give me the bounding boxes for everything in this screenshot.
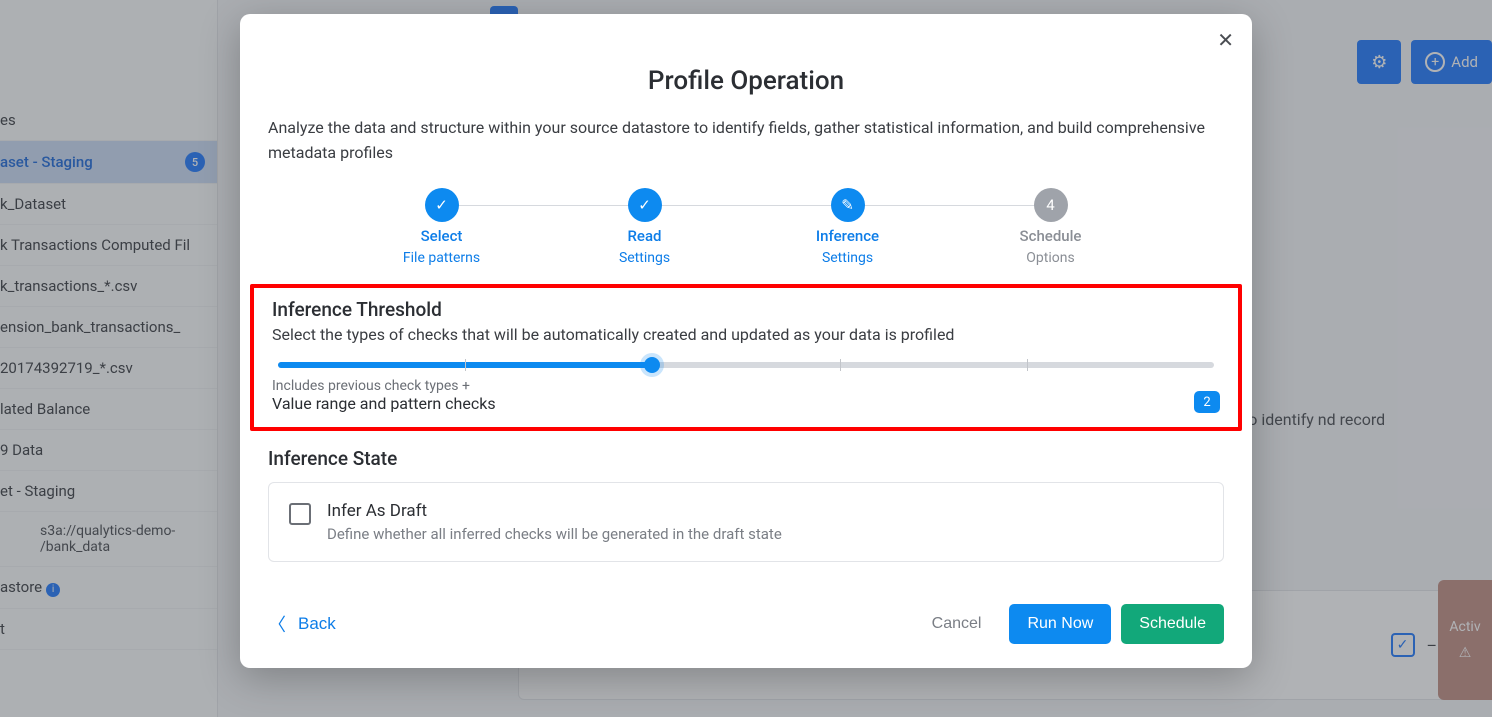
inference-state-title: Inference State [268, 447, 1224, 470]
modal-description: Analyze the data and structure within yo… [240, 116, 1252, 166]
slider-track [278, 362, 1214, 368]
slider-notch [465, 359, 466, 371]
inference-threshold-section: Inference Threshold Select the types of … [250, 284, 1242, 431]
step-select[interactable]: ✓ Select File patterns [340, 188, 543, 267]
inference-state-section: Inference State Infer As Draft Define wh… [240, 447, 1252, 562]
step-check-icon: ✓ [628, 188, 662, 222]
infer-as-draft-card[interactable]: Infer As Draft Define whether all inferr… [268, 482, 1224, 562]
infer-draft-desc: Define whether all inferred checks will … [327, 525, 782, 543]
modal-footer: 〈 Back Cancel Run Now Schedule [240, 604, 1252, 644]
step-number-icon: 4 [1034, 188, 1068, 222]
chevron-left-icon: 〈 [268, 611, 286, 637]
back-label: Back [298, 614, 336, 634]
modal-overlay: ✕ Profile Operation Analyze the data and… [0, 0, 1492, 717]
close-button[interactable]: ✕ [1217, 28, 1234, 53]
modal-title: Profile Operation [240, 66, 1252, 96]
back-button[interactable]: 〈 Back [268, 611, 336, 637]
profile-operation-modal: ✕ Profile Operation Analyze the data and… [240, 14, 1252, 668]
caption-main: Value range and pattern checks [272, 394, 496, 413]
threshold-badge: 2 [1194, 391, 1220, 413]
slider-caption: Includes previous check types + Value ra… [272, 378, 1220, 413]
step-schedule[interactable]: 4 Schedule Options [949, 188, 1152, 267]
threshold-title: Inference Threshold [272, 298, 1220, 321]
infer-draft-checkbox[interactable] [289, 503, 311, 525]
caption-prefix: Includes previous check types + [272, 378, 470, 394]
slider-notch [840, 359, 841, 371]
schedule-button[interactable]: Schedule [1121, 604, 1224, 644]
run-now-button[interactable]: Run Now [1009, 604, 1111, 644]
threshold-slider[interactable] [272, 362, 1220, 368]
infer-draft-title: Infer As Draft [327, 501, 782, 521]
threshold-desc: Select the types of checks that will be … [272, 325, 1220, 344]
slider-notch [1027, 359, 1028, 371]
wizard-stepper: ✓ Select File patterns ✓ Read Settings ✎… [240, 188, 1252, 267]
cancel-button[interactable]: Cancel [914, 604, 1000, 644]
step-check-icon: ✓ [425, 188, 459, 222]
close-icon: ✕ [1217, 30, 1234, 52]
step-pencil-icon: ✎ [831, 188, 865, 222]
step-read[interactable]: ✓ Read Settings [543, 188, 746, 267]
step-inference[interactable]: ✎ Inference Settings [746, 188, 949, 267]
slider-handle[interactable] [644, 357, 660, 373]
